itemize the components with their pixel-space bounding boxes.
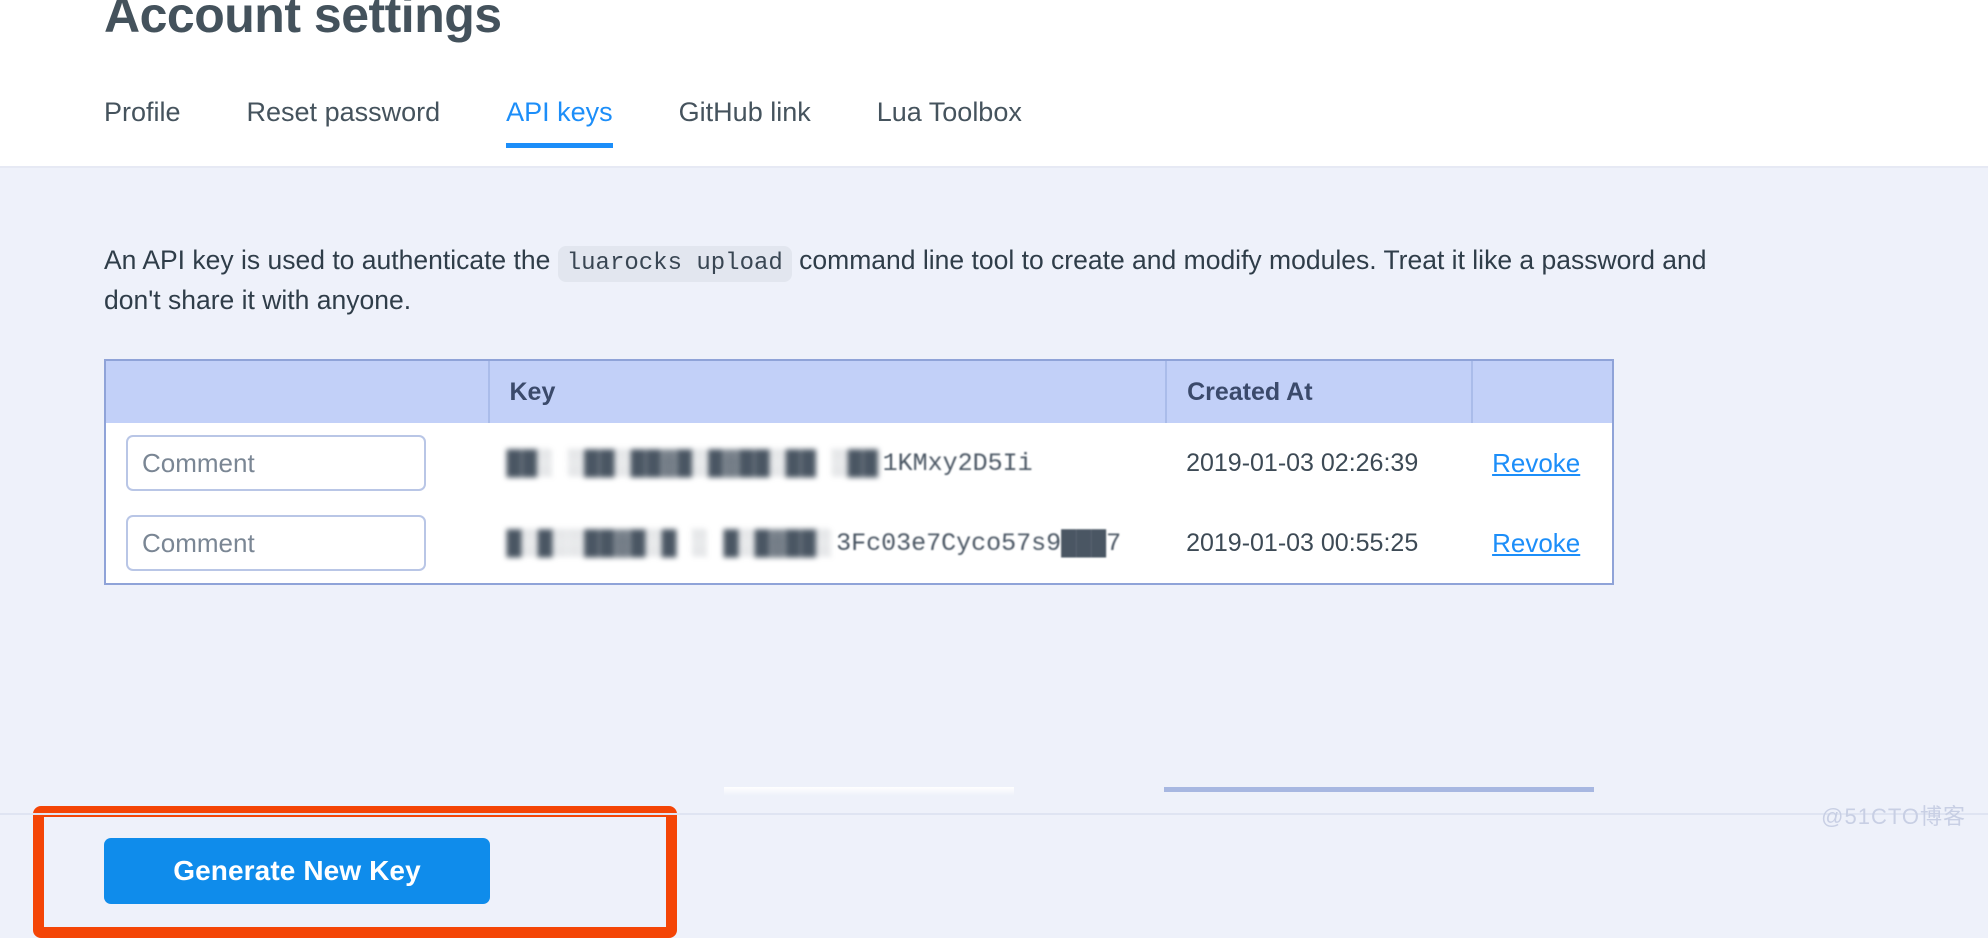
watermark: @51CTO博客 — [1821, 803, 1966, 829]
comment-input[interactable] — [126, 435, 426, 492]
tab-reset-password-label: Reset password — [246, 97, 441, 127]
table-row: ██░ ░██░██▓█░█▓██░██ ░██1KMxy2D5Ii 2019-… — [106, 423, 1612, 504]
tab-bar: Profile Reset password API keys GitHub l… — [104, 97, 1022, 149]
table-bottom-shadow — [104, 786, 1614, 797]
intro-text-before: An API key is used to authenticate the — [104, 244, 558, 275]
page-header: Account settings Profile Reset password … — [0, 0, 1988, 168]
api-key-cell: ██░ ░██░██▓█░█▓██░██ ░██ 1KMxy2D5Ii — [488, 423, 1167, 504]
luarocks-upload-code: luarocks upload — [557, 245, 792, 282]
created-at-cell: 2019-01-03 02:26:39 — [1166, 423, 1473, 504]
comment-input[interactable] — [126, 515, 426, 572]
api-keys-table: Key Created At ██░ ░██░██▓█░█▓██░██ ░██1… — [106, 361, 1612, 584]
api-key-tail: 3Fc03e7Cyco57s9███7 — [836, 529, 1122, 559]
tab-api-keys-label: API keys — [506, 97, 613, 127]
api-key-tail: 1KMxy2D5Ii — [882, 449, 1033, 479]
comment-cell — [106, 423, 489, 504]
comment-cell — [106, 503, 489, 584]
api-keys-panel: An API key is used to authenticate the l… — [0, 194, 1988, 938]
api-keys-table-container: Key Created At ██░ ░██░██▓█░█▓██░██ ░██1… — [104, 359, 1614, 586]
tab-profile[interactable]: Profile — [104, 98, 181, 148]
col-header-key: Key — [488, 361, 1168, 424]
table-header-row: Key Created At — [106, 361, 1612, 424]
revoke-link[interactable]: Revoke — [1492, 528, 1580, 558]
col-header-actions — [1472, 361, 1612, 424]
table-row: █░█░░██▓█░█ ░ █░█▓██░3Fc03e7Cyco57s9███7… — [106, 503, 1612, 584]
intro-paragraph: An API key is used to authenticate the l… — [0, 195, 1870, 321]
footer-divider — [0, 812, 1988, 815]
page-title: Account settings — [104, 0, 502, 43]
tab-reset-password[interactable]: Reset password — [247, 98, 441, 148]
action-cell: Revoke — [1472, 503, 1612, 584]
col-header-created-at: Created At — [1166, 361, 1474, 424]
generate-new-key-button[interactable]: Generate New Key — [104, 837, 490, 904]
api-key-cell: █░█░░██▓█░█ ░ █░█▓██░ 3Fc03e7Cyco57s9███7 — [488, 503, 1167, 584]
tab-api-keys[interactable]: API keys — [506, 97, 613, 149]
tab-lua-toolbox[interactable]: Lua Toolbox — [877, 98, 1022, 148]
col-header-comment — [106, 361, 490, 424]
tab-github-link-label: GitHub link — [678, 97, 811, 127]
tab-lua-toolbox-label: Lua Toolbox — [876, 97, 1022, 127]
created-at-cell: 2019-01-03 00:55:25 — [1166, 503, 1473, 584]
api-key-masked: █░█░░██▓█░█ ░ █░█▓██░ — [506, 529, 833, 559]
api-key-masked: ██░ ░██░██▓█░█▓██░██ ░██ — [506, 449, 879, 479]
revoke-link[interactable]: Revoke — [1492, 448, 1580, 478]
tab-profile-label: Profile — [104, 97, 181, 127]
tab-github-link[interactable]: GitHub link — [679, 98, 811, 148]
action-cell: Revoke — [1472, 423, 1612, 504]
